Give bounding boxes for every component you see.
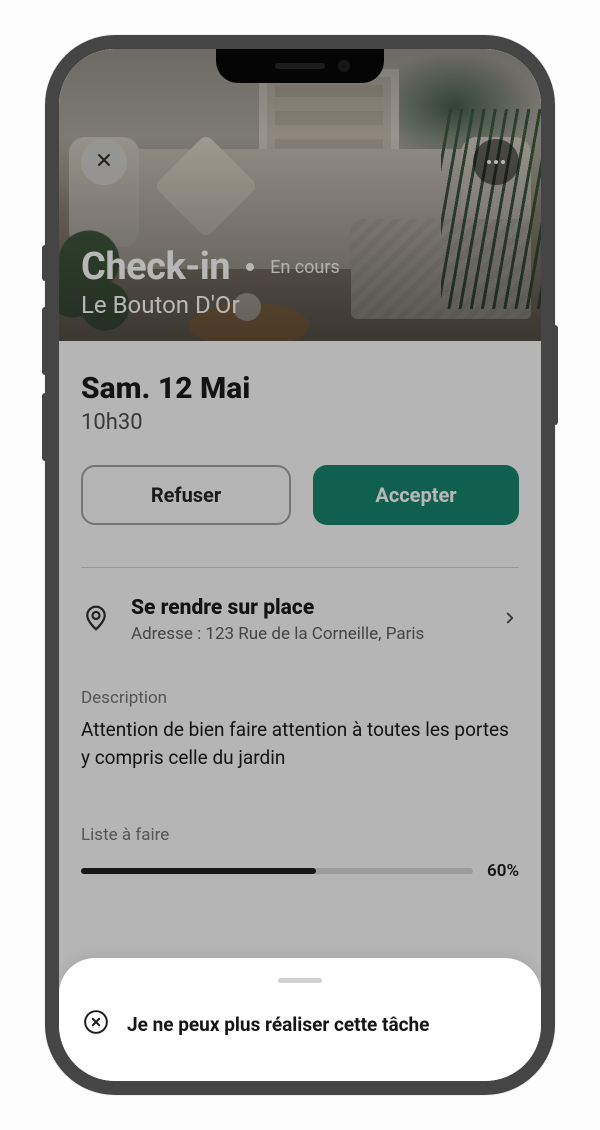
more-icon [487,160,505,164]
task-status: En cours [270,257,340,278]
address-label: Adresse : [131,624,201,644]
task-title: Check-in [81,245,230,289]
cancel-task-row[interactable]: Je ne peux plus réaliser cette tâche [83,1009,517,1039]
description-text: Attention de bien faire attention à tout… [81,716,519,771]
progress-track [81,868,473,874]
sheet-handle[interactable] [278,978,322,983]
accept-button-label: Accepter [375,483,456,507]
close-icon [94,150,114,174]
description-label: Description [81,688,519,708]
location-pin-icon [81,603,111,637]
side-button [555,325,558,425]
phone-frame: Check-in En cours Le Bouton D'Or Sam. 12… [45,35,555,1095]
property-name: Le Bouton D'Or [81,291,340,319]
more-button[interactable] [473,139,519,185]
location-title: Se rendre sur place [131,596,481,620]
location-text: Se rendre sur place Adresse : 123 Rue de… [131,596,481,644]
screen: Check-in En cours Le Bouton D'Or Sam. 12… [59,49,541,1081]
status-dot-icon [246,263,254,271]
location-row[interactable]: Se rendre sur place Adresse : 123 Rue de… [81,596,519,644]
cancel-circle-icon [83,1009,109,1039]
progress-percent: 60% [487,861,519,881]
address-value: 123 Rue de la Corneille, Paris [205,624,424,644]
hero-text: Check-in En cours Le Bouton D'Or [81,245,340,319]
notch [216,49,384,83]
todo-progress: 60% [81,861,519,881]
task-date: Sam. 12 Mai [81,371,519,406]
task-hero: Check-in En cours Le Bouton D'Or [59,49,541,341]
location-address: Adresse : 123 Rue de la Corneille, Paris [131,624,481,644]
refuse-button[interactable]: Refuser [81,465,291,525]
app-root: Check-in En cours Le Bouton D'Or Sam. 12… [59,49,541,1081]
speaker [275,63,325,69]
front-camera [338,60,350,72]
todo-label: Liste à faire [81,825,519,845]
chevron-right-icon [501,609,519,631]
cancel-task-label: Je ne peux plus réaliser cette tâche [127,1013,429,1036]
task-time: 10h30 [81,410,519,435]
accept-button[interactable]: Accepter [313,465,519,525]
refuse-button-label: Refuser [151,483,221,507]
close-button[interactable] [81,139,127,185]
divider [81,567,519,568]
bottom-sheet[interactable]: Je ne peux plus réaliser cette tâche [59,958,541,1081]
action-row: Refuser Accepter [81,465,519,525]
progress-fill [81,868,316,874]
